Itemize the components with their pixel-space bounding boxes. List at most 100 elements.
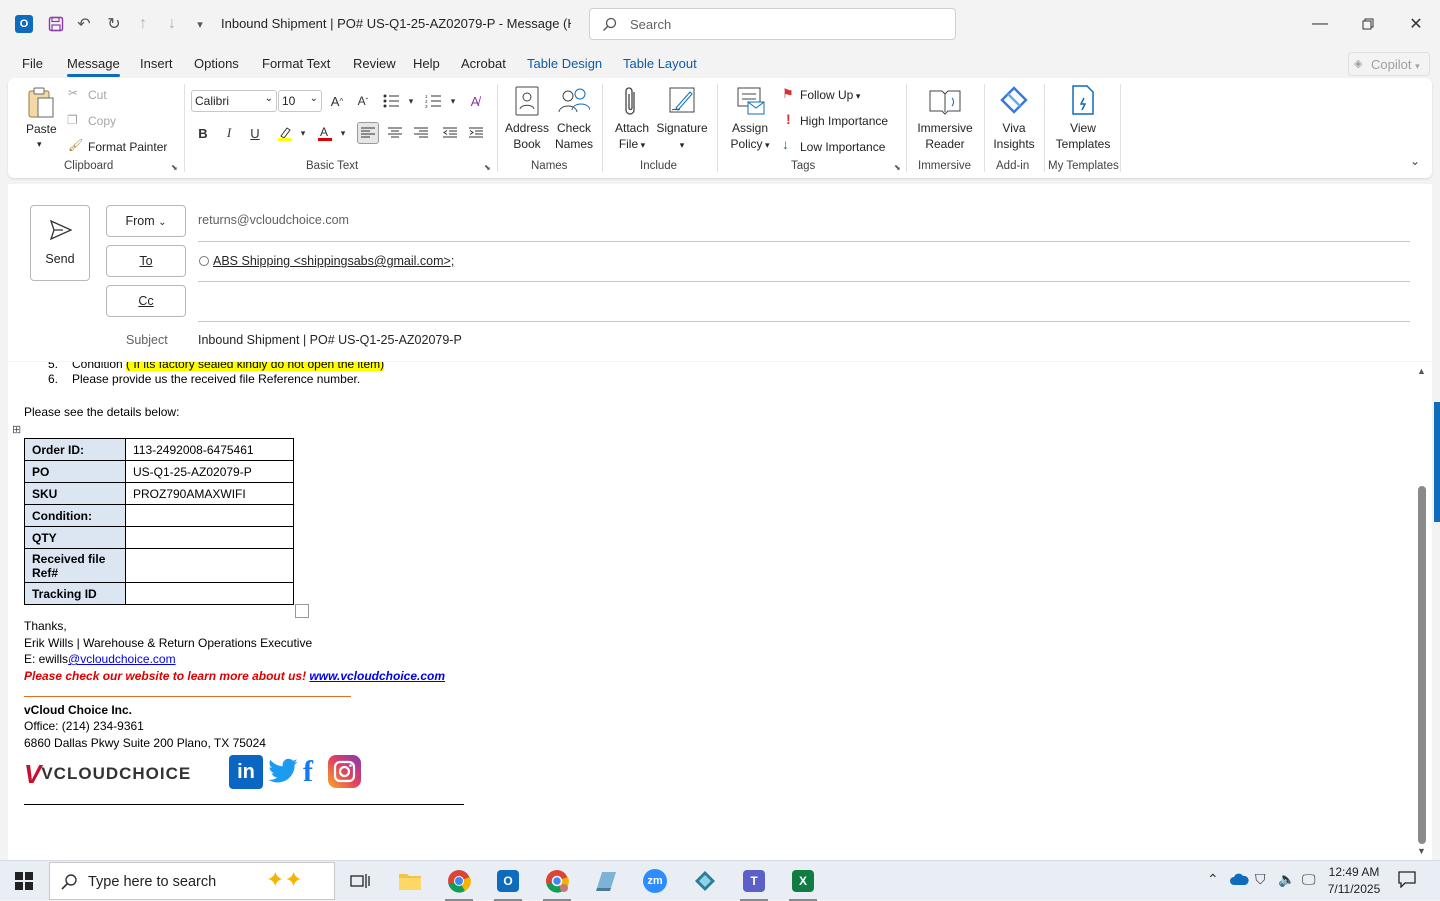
view-templates-icon[interactable] (1070, 84, 1096, 119)
previous-item-icon[interactable]: ↑ (131, 12, 155, 36)
copilot-button[interactable]: ◈ Copilot ▾ (1348, 52, 1430, 76)
taskbar-search[interactable]: Type here to search ✦✦ (49, 862, 335, 900)
from-value[interactable]: returns@vcloudchoice.com (198, 213, 349, 227)
follow-up-button[interactable]: Follow Up ▾ (800, 87, 860, 104)
align-left-icon[interactable] (357, 122, 379, 144)
table-value[interactable] (125, 526, 294, 549)
scroll-up-icon[interactable]: ▲ (1417, 366, 1426, 376)
cc-button[interactable]: Cc (106, 285, 186, 317)
clock[interactable]: 12:49 AM 7/11/2025 (1322, 864, 1386, 898)
file-explorer-icon[interactable] (390, 867, 430, 895)
tags-launcher-icon[interactable]: ⬊ (894, 163, 901, 172)
assign-policy-button[interactable]: Assign Policy ▾ (726, 120, 774, 153)
start-button[interactable] (4, 867, 44, 895)
minimize-button[interactable]: — (1306, 10, 1334, 38)
from-button[interactable]: From ⌄ (106, 205, 186, 237)
chrome-profile-icon[interactable] (537, 867, 577, 901)
clear-formatting-icon[interactable]: A̸ (464, 90, 486, 112)
bold-button[interactable]: B (192, 122, 214, 144)
network-icon[interactable]: 🖵 (1302, 871, 1316, 888)
address-book-icon[interactable] (514, 86, 540, 119)
table-value[interactable] (125, 582, 294, 605)
security-icon[interactable]: ⛉ (1255, 871, 1266, 888)
font-size-dropdown[interactable]: 10 ⌄ (278, 90, 322, 112)
app-diamond-icon[interactable] (685, 867, 725, 895)
collapse-ribbon-icon[interactable]: ⌄ (1410, 154, 1420, 168)
table-value[interactable] (125, 504, 294, 527)
signature-icon[interactable] (668, 86, 698, 119)
table-value[interactable]: US-Q1-25-AZ02079-P (125, 460, 294, 483)
attach-file-button[interactable]: Attach File ▾ (610, 120, 654, 153)
align-right-icon[interactable] (410, 122, 432, 144)
outlook-taskbar-icon[interactable]: O (488, 867, 528, 901)
scroll-down-icon[interactable]: ▼ (1417, 846, 1426, 856)
table-resize-handle[interactable] (295, 604, 309, 618)
italic-button[interactable]: I (218, 122, 240, 144)
tab-insert[interactable]: Insert (140, 56, 173, 71)
table-move-handle-icon[interactable]: ⊞ (12, 423, 21, 436)
chrome-icon[interactable] (439, 867, 479, 901)
excel-icon[interactable]: X (783, 867, 823, 901)
facebook-icon[interactable]: f (303, 755, 323, 789)
chevron-down-icon[interactable]: ▾ (332, 122, 354, 144)
chevron-down-icon[interactable]: ▾ (442, 90, 464, 112)
paste-button[interactable]: Paste (26, 121, 57, 137)
table-value[interactable]: PROZ790AMAXWIFI (125, 482, 294, 505)
high-importance-button[interactable]: High Importance (800, 113, 888, 129)
underline-button[interactable]: U (244, 122, 266, 144)
linkedin-icon[interactable]: in (229, 755, 263, 789)
grow-font-icon[interactable]: A ^ (326, 90, 348, 112)
details-table[interactable]: Order ID: 113-2492008-6475461 PO US-Q1-25-… (24, 438, 294, 605)
clipboard-launcher-icon[interactable]: ⬊ (171, 163, 178, 172)
tab-review[interactable]: Review (353, 56, 396, 71)
save-icon[interactable] (44, 12, 68, 36)
shrink-font-icon[interactable]: Aˇ (352, 90, 374, 112)
message-body[interactable]: 5. Condition ( If its factory sealed kin… (8, 362, 1432, 860)
table-value[interactable]: 113-2492008-6475461 (125, 438, 294, 461)
close-button[interactable]: ✕ (1402, 10, 1430, 38)
restore-button[interactable] (1354, 10, 1382, 38)
undo-icon[interactable]: ↶ (72, 12, 96, 36)
paste-icon[interactable] (26, 86, 56, 120)
scrollbar-thumb[interactable] (1418, 486, 1426, 844)
format-painter-button[interactable]: Format Painter (88, 139, 167, 155)
to-recipient[interactable]: ABS Shipping <shippingsabs@gmail.com>; (213, 254, 454, 268)
chevron-down-icon[interactable]: ▾ (292, 122, 314, 144)
address-book-button[interactable]: Address Book (505, 120, 549, 152)
zoom-icon[interactable]: zm (635, 867, 675, 895)
teams-icon[interactable]: T (734, 867, 774, 901)
next-item-icon[interactable]: ↓ (160, 12, 184, 36)
email-link[interactable]: @vcloudchoice.com (68, 652, 176, 666)
viva-insights-button[interactable]: Viva Insights (990, 120, 1038, 152)
remote-desktop-icon[interactable] (586, 867, 626, 895)
instagram-icon[interactable] (328, 755, 361, 788)
numbering-icon[interactable]: 123 (422, 90, 444, 112)
attach-file-icon[interactable] (622, 86, 640, 121)
cut-button[interactable]: Cut (88, 87, 107, 103)
tab-acrobat[interactable]: Acrobat (461, 56, 506, 71)
basic-text-launcher-icon[interactable]: ⬊ (484, 163, 491, 172)
tab-format-text[interactable]: Format Text (262, 56, 330, 71)
tab-table-design[interactable]: Table Design (527, 56, 602, 71)
low-importance-button[interactable]: Low Importance (800, 139, 885, 155)
tab-file[interactable]: File (22, 56, 43, 71)
send-button[interactable]: Send (30, 205, 90, 281)
notifications-icon[interactable] (1398, 870, 1416, 891)
website-link[interactable]: www.vcloudchoice.com (309, 669, 445, 683)
twitter-icon[interactable] (267, 755, 299, 790)
table-value[interactable] (125, 548, 294, 583)
bullets-icon[interactable] (380, 90, 402, 112)
assign-policy-icon[interactable] (736, 86, 766, 119)
view-templates-button[interactable]: View Templates (1052, 120, 1114, 152)
vertical-scrollbar[interactable]: ▲ ▼ (1412, 362, 1432, 860)
show-hidden-icons[interactable]: ⌃ (1207, 871, 1219, 888)
decrease-indent-icon[interactable] (439, 122, 461, 144)
search-box[interactable]: Search (589, 8, 956, 40)
redo-icon[interactable]: ↻ (102, 12, 126, 36)
viva-insights-icon[interactable] (998, 84, 1030, 119)
tab-help[interactable]: Help (413, 56, 440, 71)
check-names-icon[interactable] (558, 86, 591, 119)
signature-button[interactable]: Signature ▾ (656, 120, 708, 153)
tab-table-layout[interactable]: Table Layout (623, 56, 697, 71)
immersive-reader-icon[interactable] (928, 86, 962, 119)
